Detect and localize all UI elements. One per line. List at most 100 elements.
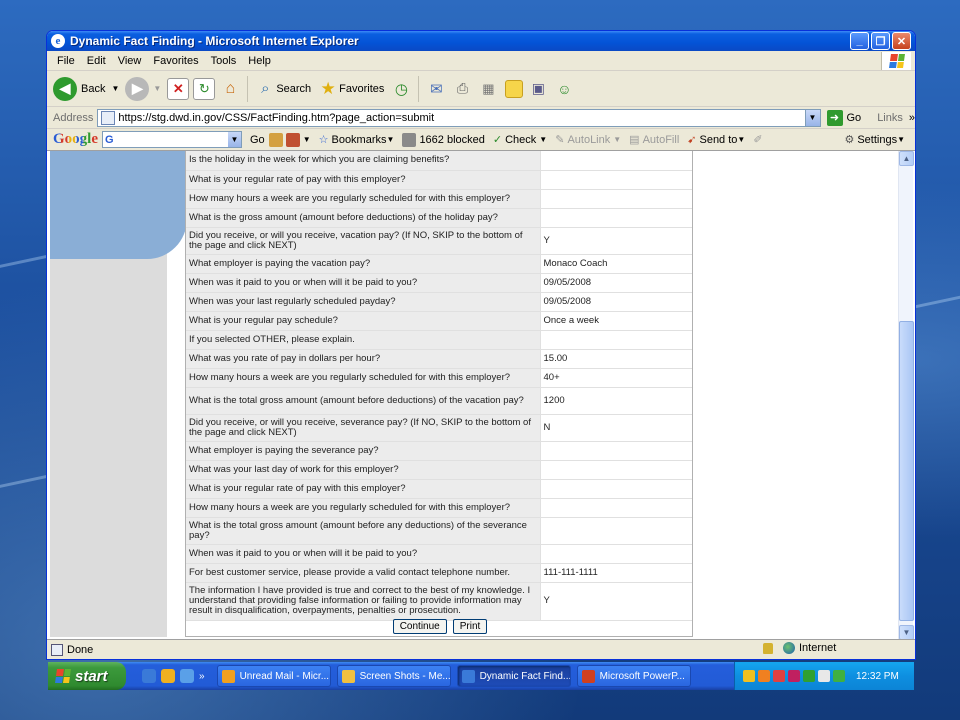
answer-value: 111-111-1111 [539, 563, 692, 583]
fact-finding-form: Is the holiday in the week for which you… [185, 151, 693, 637]
research-icon[interactable]: ▣ [527, 78, 549, 100]
menu-tools[interactable]: Tools [205, 55, 243, 67]
sendto-button[interactable]: ➹ Send to ▼ [687, 133, 745, 147]
menu-help[interactable]: Help [242, 55, 277, 67]
chevron-down-icon: ▼ [386, 135, 395, 144]
settings-label: Settings [857, 133, 898, 146]
links-button[interactable]: Links [877, 112, 903, 124]
popup-blocker-button[interactable]: 1662 blocked [402, 132, 485, 147]
refresh-icon[interactable]: ↻ [193, 77, 216, 100]
volume-tray-icon[interactable] [818, 670, 830, 682]
close-button[interactable]: ✕ [892, 32, 911, 50]
autofill-label: AutoFill [642, 133, 680, 146]
highlight-button[interactable]: ✐ [753, 133, 762, 146]
answer-value: 09/05/2008 [539, 292, 692, 312]
autofill-button[interactable]: ▤ AutoFill [629, 133, 680, 147]
favorites-button[interactable]: ★ Favorites [317, 78, 385, 100]
google-tools-icons[interactable]: ▼ [268, 132, 311, 147]
autolink-button[interactable]: ✎ AutoLink ▼ [555, 133, 621, 147]
security-tray-icon[interactable] [833, 670, 845, 682]
scroll-down-icon[interactable]: ▼ [899, 625, 914, 640]
quick-launch-more[interactable]: » [199, 671, 205, 682]
scroll-up-icon[interactable]: ▲ [899, 151, 914, 166]
ie-launch-icon[interactable] [142, 669, 156, 683]
edit-icon[interactable]: ▦ [477, 78, 499, 100]
spellcheck-button[interactable]: ✓ Check ▼ [492, 133, 547, 147]
google-page-icon [285, 132, 300, 147]
network-tray-icon[interactable] [803, 670, 815, 682]
menu-file[interactable]: File [51, 55, 81, 67]
taskbar-button[interactable]: Dynamic Fact Find... [456, 665, 571, 687]
chevron-right-icon[interactable]: » [909, 112, 915, 124]
google-news-icon [268, 132, 283, 147]
question-label: What is your regular rate of pay with th… [186, 170, 540, 190]
start-label: start [75, 667, 108, 685]
google-go-button[interactable]: Go [250, 134, 265, 146]
search-button[interactable]: ⌕ Search [254, 78, 311, 100]
form-row: What is your regular pay schedule? Once a… [186, 311, 692, 331]
desktop-launch-icon[interactable] [180, 669, 194, 683]
maximize-button[interactable]: ❐ [871, 32, 890, 50]
taskbar-button[interactable]: Screen Shots - Me... [336, 665, 451, 687]
question-label: If you selected OTHER, please explain. [186, 330, 540, 350]
vertical-scrollbar[interactable]: ▲ ▼ [898, 151, 914, 640]
go-label: Go [846, 111, 862, 124]
question-label: The information I have provided is true … [186, 582, 540, 621]
form-row: What employer is paying the vacation pay… [186, 254, 692, 274]
menu-edit[interactable]: Edit [81, 55, 112, 67]
google-go-label: Go [250, 133, 265, 146]
pencil-icon: ✐ [753, 134, 763, 146]
print-icon[interactable]: ⎙ [451, 78, 473, 100]
star-icon: ★ [320, 78, 336, 98]
settings-button[interactable]: ⚙ Settings ▼ [844, 133, 905, 147]
question-label: What was your last day of work for this … [186, 460, 540, 480]
form-row: For best customer service, please provid… [186, 563, 692, 583]
outlook-launch-icon[interactable] [161, 669, 175, 683]
taskbar-button[interactable]: Microsoft PowerP... [576, 665, 691, 687]
messenger-icon[interactable]: ☺ [553, 78, 575, 100]
outlook-tray-icon[interactable] [758, 670, 770, 682]
spellcheck-icon: ✓ [492, 134, 503, 146]
mail-icon[interactable]: ✉ [425, 78, 447, 100]
stop-icon[interactable]: ✕ [167, 77, 190, 100]
address-input[interactable]: https://stg.dwd.in.gov/CSS/FactFinding.h… [97, 108, 821, 127]
chevron-down-icon: ▼ [111, 84, 120, 93]
title-bar[interactable]: e Dynamic Fact Finding - Microsoft Inter… [47, 31, 915, 51]
form-row: If you selected OTHER, please explain. [186, 330, 692, 350]
minimize-button[interactable]: _ [850, 32, 869, 50]
notes-icon[interactable] [505, 79, 524, 98]
clock[interactable]: 12:32 PM [856, 671, 899, 682]
mail-tray-icon[interactable] [743, 670, 755, 682]
app-icon [221, 669, 235, 683]
home-icon[interactable]: ⌂ [219, 78, 241, 100]
go-button[interactable]: ➜ Go [826, 109, 862, 126]
forward-button[interactable]: ▶ ▼ [125, 76, 161, 101]
back-button[interactable]: ◀ Back ▼ [53, 76, 120, 101]
taskbar-button-label: Dynamic Fact Find... [479, 670, 571, 682]
chevron-down-icon[interactable]: ▼ [804, 109, 820, 126]
answer-value: Monaco Coach [539, 254, 692, 274]
history-icon[interactable]: ◷ [390, 78, 412, 100]
antivirus-tray-icon[interactable] [773, 670, 785, 682]
menu-favorites[interactable]: Favorites [147, 55, 204, 67]
ie-icon: e [51, 34, 65, 48]
scroll-thumb[interactable] [899, 321, 914, 621]
answer-value [539, 498, 692, 518]
bookmarks-button[interactable]: ☆ Bookmarks ▼ [319, 133, 395, 147]
continue-button[interactable]: Continue [392, 619, 447, 634]
start-button[interactable]: start [48, 662, 126, 690]
menu-view[interactable]: View [112, 55, 148, 67]
print-button[interactable]: Print [452, 619, 488, 634]
m-tray-icon[interactable] [788, 670, 800, 682]
question-label: What is the gross amount (amount before … [186, 208, 540, 228]
answer-value [539, 208, 692, 228]
blocked-label: 1662 blocked [419, 133, 485, 146]
taskbar-button[interactable]: Unread Mail - Micr... [216, 665, 331, 687]
answer-value: 15.00 [539, 349, 692, 369]
google-search-input[interactable]: G ▼ [102, 131, 242, 148]
page-icon [101, 110, 116, 125]
lock-icon [763, 642, 773, 654]
google-logo: Google [53, 131, 98, 148]
form-row: How many hours a week are you regularly … [186, 368, 692, 388]
chevron-down-icon[interactable]: ▼ [228, 132, 241, 147]
